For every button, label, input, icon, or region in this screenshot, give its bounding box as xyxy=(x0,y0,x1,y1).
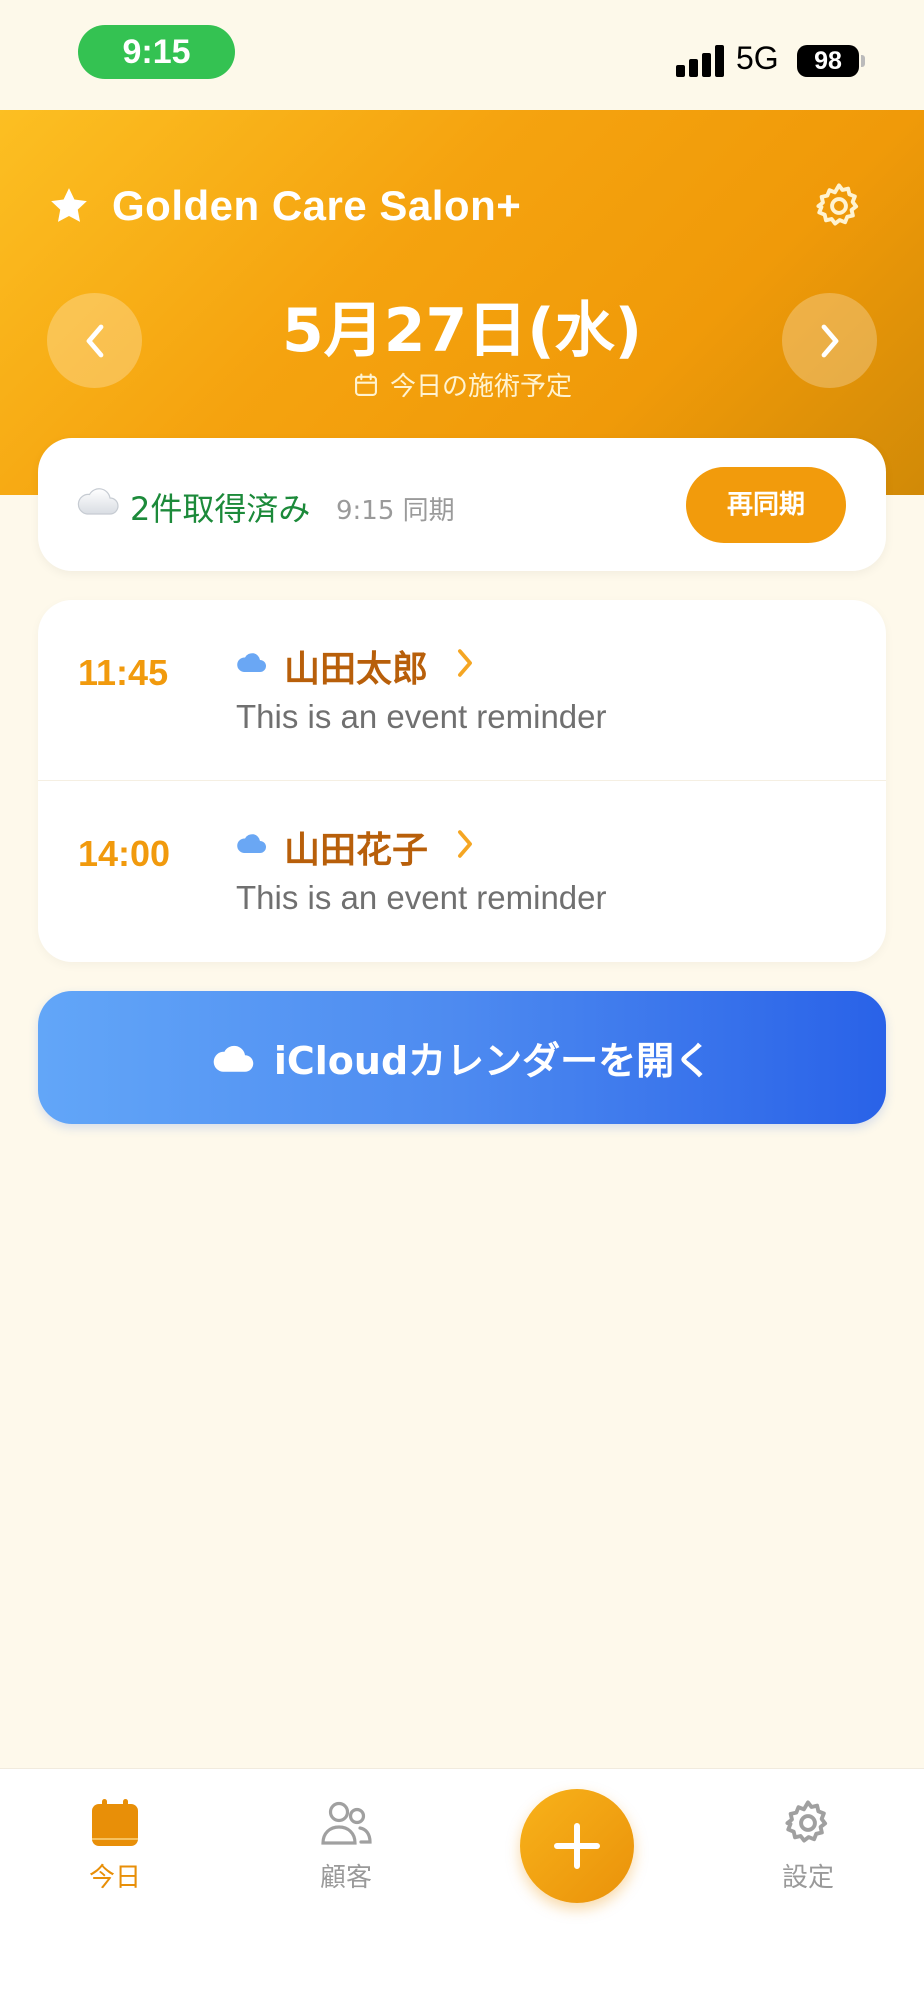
event-time: 14:00 xyxy=(78,833,171,874)
chevron-right-icon xyxy=(458,649,472,677)
subtitle-text: 今日の施術予定 xyxy=(389,372,572,402)
status-time: 9:15 xyxy=(78,25,235,79)
event-customer-name[interactable]: 山田太郎 xyxy=(284,640,428,692)
subtitle: 今日の施術予定 xyxy=(0,366,924,403)
chevron-right-icon xyxy=(458,830,472,858)
star-icon xyxy=(51,188,87,222)
tab-settings-label: 設定 xyxy=(781,1863,834,1893)
event-time: 11:45 xyxy=(78,652,169,693)
cloud-icon xyxy=(213,1045,254,1072)
chevron-right-icon xyxy=(821,324,838,357)
add-button[interactable] xyxy=(520,1789,634,1903)
app-title-group: Golden Care Salon+ xyxy=(48,182,521,230)
status-bar: 9:15 5G 98 xyxy=(0,0,924,110)
users-icon xyxy=(321,1801,372,1845)
gear-icon xyxy=(785,1800,828,1843)
battery-icon: 98 xyxy=(797,45,859,77)
battery-tip xyxy=(861,55,865,67)
sync-status-card: 2件取得済み 9:15 同期 再同期 xyxy=(38,438,886,571)
sync-count: 2件取得済み xyxy=(130,490,311,528)
tab-settings[interactable]: 設定 xyxy=(738,1797,878,1894)
list-item[interactable]: 11:45 山田太郎 This is an event reminder xyxy=(38,600,886,781)
cloud-icon xyxy=(237,653,266,672)
settings-button[interactable] xyxy=(813,180,865,232)
cloud-icon xyxy=(77,488,119,515)
tab-customers-label: 顧客 xyxy=(319,1863,372,1893)
tab-today-label: 今日 xyxy=(88,1863,141,1893)
cloud-icon xyxy=(237,834,266,853)
calendar-icon xyxy=(355,372,377,396)
list-item[interactable]: 14:00 山田花子 This is an event reminder xyxy=(38,781,886,962)
event-description: This is an event reminder xyxy=(236,698,607,735)
open-icloud-calendar-button[interactable]: iCloudカレンダーを開く xyxy=(38,991,886,1124)
icloud-button-label: iCloudカレンダーを開く xyxy=(273,1039,713,1083)
calendar-icon xyxy=(92,1799,138,1846)
tab-today[interactable]: 今日 xyxy=(45,1797,185,1894)
app-title: Golden Care Salon+ xyxy=(112,182,522,229)
network-type: 5G xyxy=(736,40,779,76)
events-list: 11:45 山田太郎 This is an event reminder 14:… xyxy=(38,600,886,962)
event-description: This is an event reminder xyxy=(236,879,607,916)
gear-icon xyxy=(816,183,859,226)
plus-icon xyxy=(554,1823,600,1869)
signal-icon xyxy=(676,45,724,77)
tab-bar: 今日 顧客 設定 xyxy=(0,1768,924,2000)
sync-time: 9:15 同期 xyxy=(336,496,455,526)
resync-button[interactable]: 再同期 xyxy=(686,467,846,543)
event-customer-name[interactable]: 山田花子 xyxy=(284,821,428,873)
tab-customers[interactable]: 顧客 xyxy=(276,1797,416,1894)
